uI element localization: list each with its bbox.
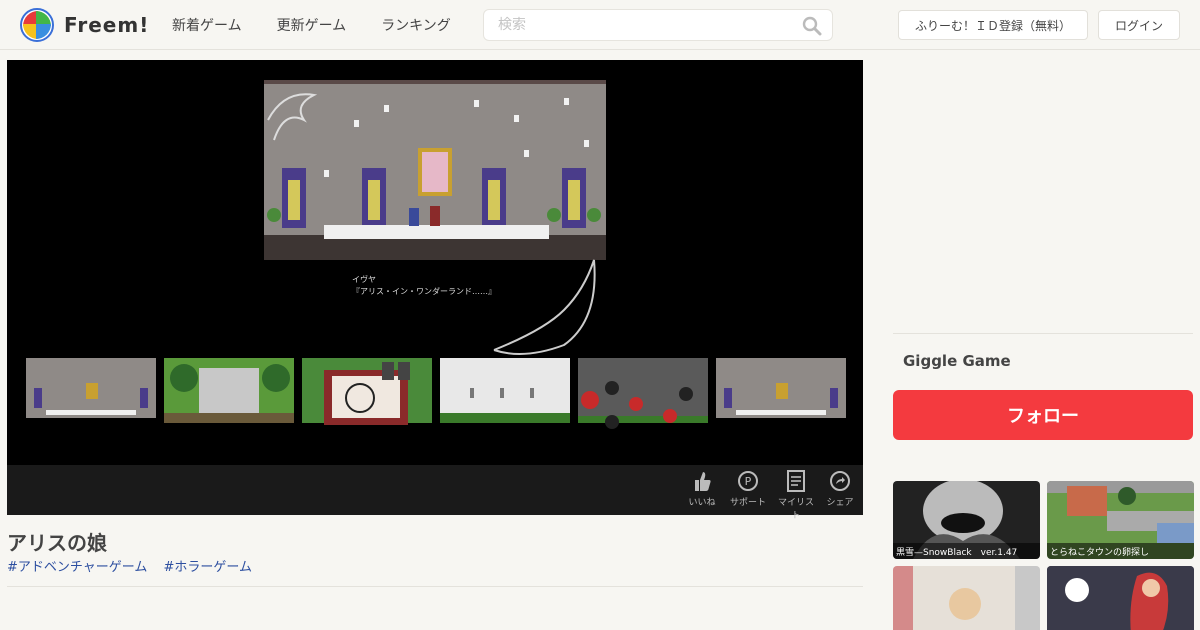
- logo-text: Freem!: [64, 13, 150, 37]
- support-button[interactable]: P サポート: [729, 470, 767, 508]
- thumbnail-4[interactable]: [440, 358, 570, 455]
- like-label: いいね: [688, 498, 716, 508]
- share-label: シェア: [826, 498, 854, 508]
- thumbnail-2[interactable]: [164, 358, 294, 455]
- mylist-button[interactable]: マイリスト: [775, 470, 817, 521]
- author-name[interactable]: Giggle Game: [903, 352, 1011, 370]
- search-input[interactable]: [484, 10, 784, 40]
- player-controls: いいね P サポート マイリスト シェア: [7, 465, 863, 521]
- follow-button[interactable]: フォロー: [893, 390, 1193, 440]
- support-coin-icon: P: [738, 471, 758, 491]
- thumbnail-6[interactable]: [716, 358, 846, 455]
- dialog-text: 『アリス・イン・ワンダーランド……』: [352, 286, 496, 296]
- nav-new-games[interactable]: 新着ゲーム: [172, 15, 242, 35]
- nav-ranking[interactable]: ランキング: [381, 15, 451, 35]
- support-label: サポート: [729, 498, 766, 508]
- tag-adventure[interactable]: #アドベンチャーゲーム: [7, 560, 147, 575]
- mylist-label: マイリスト: [777, 498, 814, 521]
- share-button[interactable]: シェア: [825, 470, 855, 508]
- game-title: アリスの娘: [7, 531, 107, 555]
- tag-horror[interactable]: #ホラーゲーム: [164, 560, 253, 575]
- related-game-card-2[interactable]: とらねこタウンの卵探し: [1047, 481, 1194, 559]
- tag-list: #アドベンチャーゲーム #ホラーゲーム: [7, 556, 264, 575]
- thumbnail-5[interactable]: [578, 358, 708, 455]
- site-header: Freem! 新着ゲーム 更新ゲーム ランキング ふりーむ！ＩＤ登録（無料） ロ…: [0, 0, 1200, 50]
- content-divider: [7, 586, 863, 587]
- dialog-speaker: イヴヤ: [352, 274, 376, 284]
- related-game-card-3[interactable]: [893, 566, 1040, 630]
- related-game-card-1[interactable]: 黒雪—SnowBlack ver.1.47: [893, 481, 1040, 559]
- card-caption: 黒雪—SnowBlack ver.1.47: [893, 543, 1040, 559]
- like-button[interactable]: いいね: [687, 470, 717, 508]
- search-box: [483, 9, 833, 41]
- mylist-icon: [787, 470, 805, 492]
- card-caption: とらねこタウンの卵探し: [1047, 543, 1194, 559]
- thumbs-up-icon: [695, 472, 711, 491]
- freem-logo-icon: [20, 8, 54, 42]
- thumbnail-strip: [26, 358, 854, 455]
- thumbnail-3[interactable]: [302, 358, 432, 455]
- main-nav: 新着ゲーム 更新ゲーム ランキング: [172, 0, 486, 50]
- share-icon: [830, 471, 850, 491]
- thumbnail-1[interactable]: [26, 358, 156, 455]
- search-icon[interactable]: [802, 16, 822, 36]
- related-game-card-4[interactable]: [1047, 566, 1194, 630]
- screenshot-viewer: イヴヤ 『アリス・イン・ワンダーランド……』 いいね P サポート マイリスト …: [7, 60, 863, 521]
- svg-text:P: P: [745, 475, 752, 488]
- nav-updated-games[interactable]: 更新ゲーム: [277, 15, 347, 35]
- login-button[interactable]: ログイン: [1098, 10, 1180, 40]
- register-button[interactable]: ふりーむ！ＩＤ登録（無料）: [898, 10, 1088, 40]
- sidebar-divider: [893, 333, 1193, 334]
- freem-logo[interactable]: Freem!: [20, 8, 149, 42]
- main-screenshot[interactable]: イヴヤ 『アリス・イン・ワンダーランド……』: [264, 80, 606, 360]
